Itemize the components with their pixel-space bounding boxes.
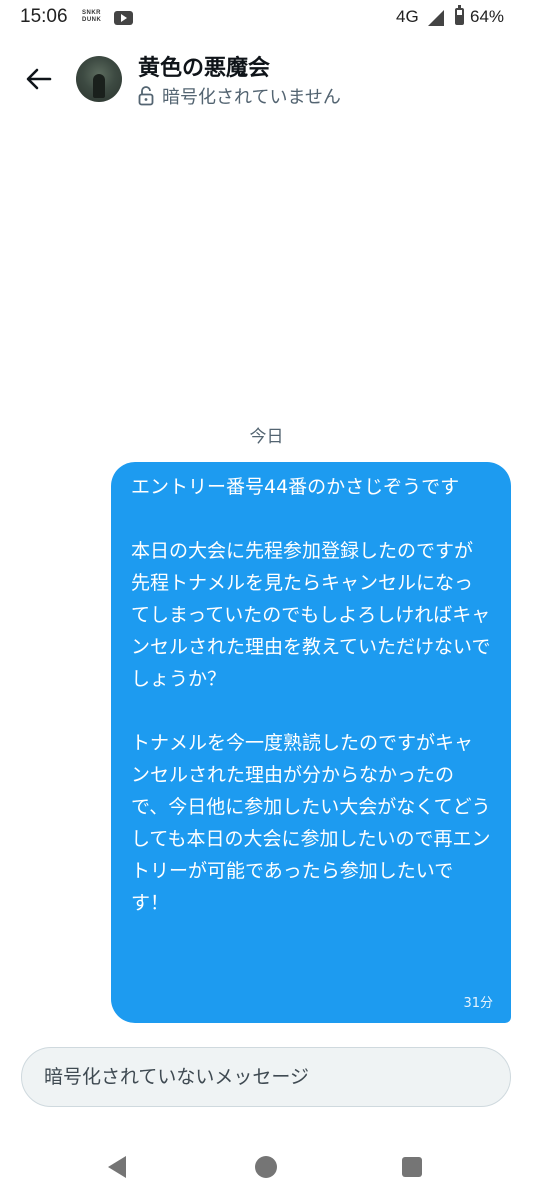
back-arrow-icon (26, 68, 52, 90)
back-button[interactable] (22, 62, 56, 96)
chat-title[interactable]: 黄色の悪魔会 (138, 50, 270, 82)
network-type: 4G (396, 7, 419, 26)
status-bar: 15:06 SNKR DUNK 4G 64% (0, 0, 533, 36)
message-bubble[interactable]: エントリー番号44番のかさじぞうです 本日の大会に先程参加登録したのですが先程ト… (111, 462, 511, 1023)
message-input[interactable] (22, 1048, 510, 1106)
nav-back-icon[interactable] (108, 1156, 126, 1178)
nav-home-icon[interactable] (255, 1156, 277, 1178)
encryption-status-label: 暗号化されていません (162, 87, 341, 108)
status-time: 15:06 (20, 6, 68, 27)
date-divider: 今日 (249, 427, 284, 447)
message-timestamp: 31分 (463, 996, 493, 1011)
nav-recents-icon[interactable] (402, 1157, 422, 1177)
lock-open-icon (138, 86, 154, 106)
avatar[interactable] (76, 56, 122, 102)
encryption-status: 暗号化されていません (138, 84, 341, 108)
battery-level-fill (457, 14, 462, 23)
system-nav-bar (0, 1136, 533, 1200)
signal-icon (428, 10, 444, 26)
battery-icon (455, 5, 464, 25)
battery-percentage: 64% (470, 7, 505, 26)
sneaker-dunk-icon: SNKR DUNK (82, 10, 102, 23)
message-composer[interactable] (21, 1047, 511, 1107)
youtube-icon (114, 11, 133, 25)
message-text: エントリー番号44番のかさじぞうです 本日の大会に先程参加登録したのですが先程ト… (131, 476, 491, 914)
